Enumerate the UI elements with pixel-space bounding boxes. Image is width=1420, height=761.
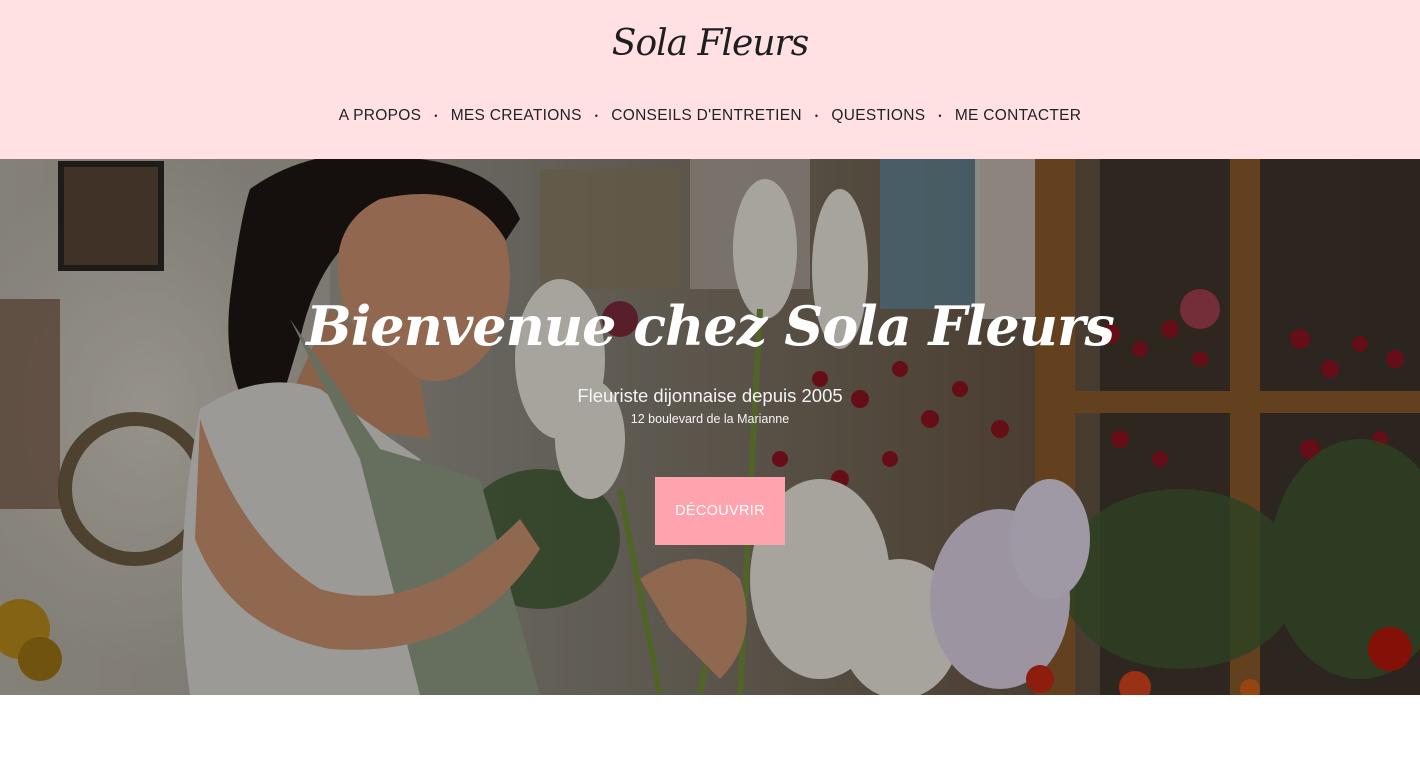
main-nav: A PROPOS • MES CREATIONS • CONSEILS D'EN… xyxy=(0,104,1420,128)
hero-address: 12 boulevard de la Marianne xyxy=(630,412,790,426)
hero-title: Bienvenue chez Sola Fleurs xyxy=(306,294,1115,358)
nav-item-mes-creations[interactable]: MES CREATIONS xyxy=(451,104,582,128)
nav-item-me-contacter[interactable]: ME CONTACTER xyxy=(955,104,1081,128)
nav-separator: • xyxy=(594,111,599,121)
nav-item-conseils-entretien[interactable]: CONSEILS D'ENTRETIEN xyxy=(611,104,802,128)
discover-button[interactable]: DÉCOUVRIR xyxy=(655,477,785,545)
nav-separator: • xyxy=(814,111,819,121)
site-logo[interactable]: Sola Fleurs xyxy=(0,14,1420,74)
hero-subtitle: Fleuriste dijonnaise depuis 2005 xyxy=(577,385,843,406)
nav-separator: • xyxy=(434,111,438,121)
nav-item-questions[interactable]: QUESTIONS xyxy=(831,104,925,128)
nav-item-a-propos[interactable]: A PROPOS xyxy=(339,104,422,128)
site-header: Sola Fleurs A PROPOS • MES CREATIONS • C… xyxy=(0,0,1420,159)
hero-section: Bienvenue chez Sola Fleurs Fleuriste dij… xyxy=(0,159,1420,695)
nav-separator: • xyxy=(938,111,942,121)
page-content-start xyxy=(0,695,1420,761)
